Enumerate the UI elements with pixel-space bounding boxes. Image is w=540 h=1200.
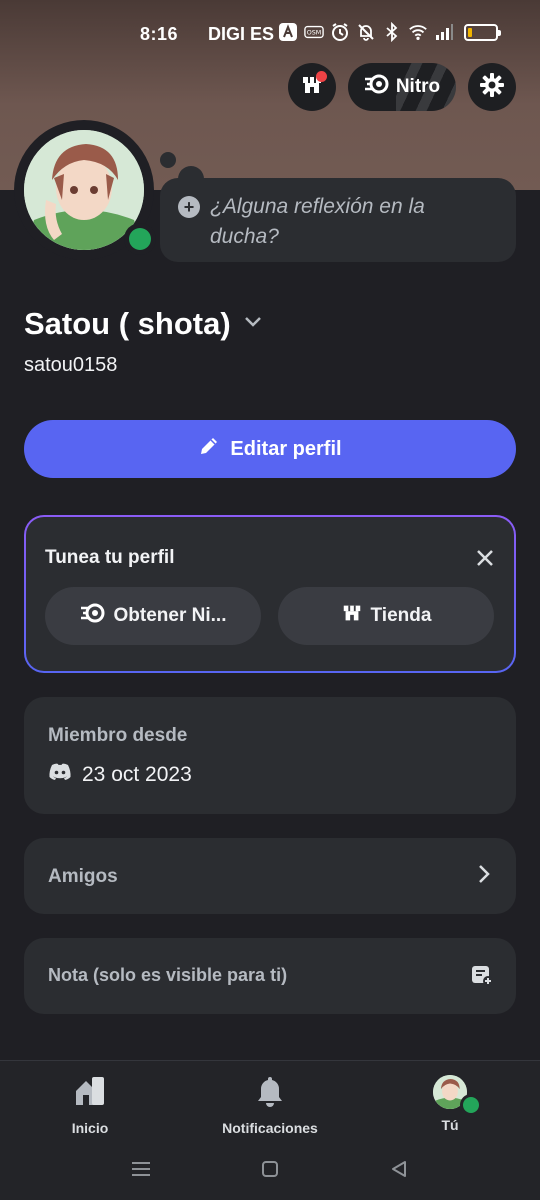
add-note-icon[interactable] [470, 963, 494, 992]
nav-notifications[interactable]: Notificaciones [200, 1075, 340, 1136]
note-label: Nota (solo es visible para ti) [48, 965, 288, 985]
status-carrier: DIGI ES [208, 24, 275, 44]
nav-online-status-indicator [460, 1094, 482, 1116]
chevron-down-icon [243, 315, 263, 334]
friends-label: Amigos [48, 866, 118, 887]
status-icons: OSM [278, 22, 501, 42]
pencil-icon [198, 435, 220, 463]
home-square-icon[interactable] [255, 1154, 285, 1184]
nav-you[interactable]: Tú [380, 1075, 520, 1133]
shop-icon [341, 602, 363, 630]
notification-dot [316, 71, 327, 82]
app-a-icon [278, 22, 298, 42]
get-nitro-label: Obtener Ni... [113, 605, 227, 626]
display-name-row[interactable]: Satou ( shota) [24, 306, 263, 342]
thought-bubble-dot-small [160, 152, 176, 168]
thought-placeholder: ¿Alguna reflexión en la ducha? [210, 195, 425, 248]
nav-you-label: Tú [441, 1117, 459, 1133]
get-nitro-button[interactable]: Obtener Ni... [45, 587, 261, 645]
friends-row[interactable]: Amigos [24, 838, 516, 914]
osm-icon: OSM [304, 22, 324, 42]
close-icon[interactable] [470, 543, 500, 573]
mute-icon [356, 22, 376, 42]
back-icon[interactable] [384, 1154, 414, 1184]
nitro-button[interactable]: Nitro [348, 63, 456, 111]
nitro-icon [80, 603, 106, 629]
note-row[interactable]: Nota (solo es visible para ti) [24, 938, 516, 1014]
nitro-label: Nitro [395, 76, 441, 97]
alarm-icon [330, 22, 350, 42]
nav-home[interactable]: Inicio [20, 1075, 160, 1136]
shop-pill-button[interactable]: Tienda [278, 587, 494, 645]
battery-icon [464, 23, 501, 41]
status-bar: 8:16 DIGI ES OSM [0, 0, 540, 64]
add-thought-icon: + [178, 196, 200, 218]
signal-icon [434, 22, 454, 42]
status-time: 8:16 [140, 24, 179, 44]
tune-profile-card: Tunea tu perfil Obtener Ni... Tienda [24, 515, 516, 673]
bell-icon [255, 1075, 285, 1112]
home-icon [74, 1075, 106, 1112]
menu-icon[interactable] [126, 1154, 156, 1184]
display-name: Satou ( shota) [24, 306, 231, 341]
gear-icon [479, 72, 505, 103]
discord-icon [48, 763, 72, 787]
shop-label: Tienda [370, 605, 432, 626]
avatar-container[interactable] [14, 120, 156, 260]
chevron-right-icon [478, 864, 490, 889]
username: satou0158 [24, 354, 118, 376]
bluetooth-icon [382, 22, 402, 42]
edit-profile-label: Editar perfil [230, 437, 342, 460]
nitro-icon [364, 74, 390, 100]
thought-bubble[interactable]: + ¿Alguna reflexión en la ducha? [160, 178, 516, 262]
settings-button[interactable] [468, 63, 516, 111]
online-status-indicator [124, 223, 156, 255]
member-since-card: Miembro desde 23 oct 2023 [24, 697, 516, 814]
edit-profile-button[interactable]: Editar perfil [24, 420, 516, 478]
nav-notifications-label: Notificaciones [222, 1120, 318, 1136]
member-since-label: Miembro desde [48, 725, 188, 746]
nav-home-label: Inicio [71, 1120, 109, 1136]
member-since-row: 23 oct 2023 [48, 763, 192, 787]
member-since-date: 23 oct 2023 [82, 763, 192, 786]
shop-button[interactable] [288, 63, 336, 111]
system-navigation-bar [0, 1140, 540, 1200]
tune-card-title: Tunea tu perfil [45, 547, 175, 568]
wifi-icon [408, 22, 428, 42]
svg-text:OSM: OSM [307, 30, 322, 37]
